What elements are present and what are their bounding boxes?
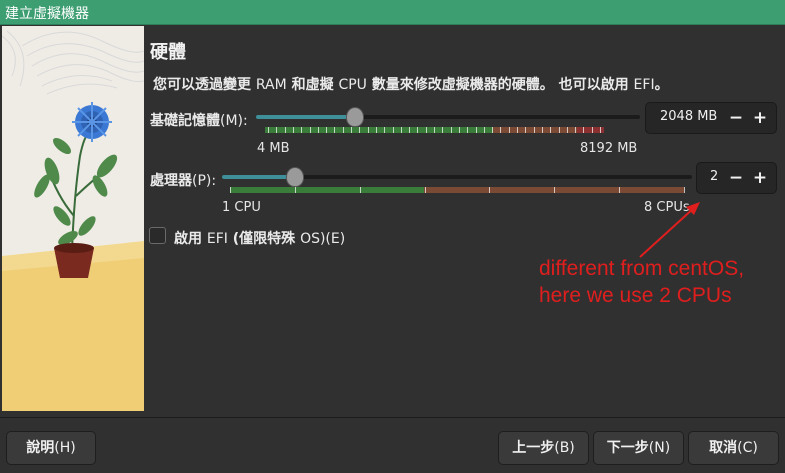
tick-mark (554, 187, 556, 193)
efi-checkbox[interactable] (149, 227, 166, 244)
processor-decrement-button[interactable]: − (725, 166, 747, 190)
next-button[interactable]: 下一步(N) (593, 431, 684, 465)
memory-label: 基礎記憶體(M): (150, 113, 248, 129)
tick-mark (500, 127, 502, 133)
page-title: 硬體 (150, 42, 186, 63)
tick-mark (483, 127, 485, 133)
processor-recommended-bar (230, 187, 424, 193)
tick-mark (475, 127, 477, 133)
tick-mark (541, 127, 543, 133)
processor-spinbox[interactable]: 2 − + (696, 162, 777, 194)
processor-slider-handle[interactable] (286, 167, 304, 187)
tick-mark (492, 127, 494, 133)
tick-mark (359, 127, 361, 133)
tick-mark (550, 127, 552, 133)
tick-mark (384, 127, 386, 133)
tick-mark (326, 127, 328, 133)
help-button[interactable]: 說明(H) (6, 431, 96, 465)
tick-mark (424, 187, 426, 193)
tick-mark (566, 127, 568, 133)
annotation-text: different from centOS, here we use 2 CPU… (539, 255, 744, 309)
plant-illustration-icon (2, 26, 144, 411)
tick-mark (489, 187, 491, 193)
back-button[interactable]: 上一步(B) (498, 431, 589, 465)
tick-mark (417, 127, 419, 133)
processor-label: 處理器(P): (150, 173, 217, 189)
tick-mark (619, 187, 621, 193)
tick-mark (392, 127, 394, 133)
memory-min-label: 4 MB (257, 141, 290, 156)
tick-mark (230, 187, 231, 193)
tick-mark (292, 127, 294, 133)
tick-mark (508, 127, 510, 133)
tick-mark (425, 127, 427, 133)
tick-mark (591, 127, 593, 133)
tick-mark (351, 127, 352, 133)
footer-divider (0, 417, 785, 418)
tick-mark (442, 127, 444, 133)
tick-mark (409, 127, 411, 133)
processor-increment-button[interactable]: + (749, 166, 771, 190)
tick-mark (342, 127, 344, 133)
tick-mark (359, 187, 361, 193)
tick-mark (317, 127, 319, 133)
memory-increment-button[interactable]: + (749, 106, 771, 130)
tick-mark (525, 127, 527, 133)
tick-mark (458, 127, 460, 133)
tick-mark (276, 127, 278, 133)
tick-mark (517, 127, 518, 133)
tick-mark (600, 127, 601, 133)
memory-value[interactable]: 2048 MB (660, 109, 717, 124)
tick-mark (301, 127, 303, 133)
tick-mark (294, 187, 296, 193)
tick-mark (309, 127, 311, 133)
memory-slider-fill (256, 115, 354, 119)
tick-mark (434, 127, 435, 133)
cancel-button[interactable]: 取消(C) (688, 431, 779, 465)
memory-slider-handle[interactable] (346, 107, 364, 127)
tick-mark (583, 127, 585, 133)
tick-mark (334, 127, 336, 133)
annotation-line-2: here we use 2 CPUs (539, 284, 732, 307)
tick-mark (367, 127, 369, 133)
tick-mark (375, 127, 377, 133)
memory-decrement-button[interactable]: − (725, 106, 747, 130)
tick-mark (467, 127, 469, 133)
window-title: 建立虛擬機器 (5, 6, 89, 22)
annotation-line-1: different from centOS, (539, 257, 745, 280)
page-description: 您可以透過變更 RAM 和虛擬 CPU 數量來修改虛擬機器的硬體。 也可以啟用 … (153, 77, 669, 93)
processor-slider-fill (222, 175, 294, 179)
efi-checkbox-label[interactable]: 啟用 EFI (僅限特殊 OS)(E) (174, 228, 345, 248)
processor-min-label: 1 CPU (222, 200, 261, 215)
tick-mark (533, 127, 535, 133)
window-titlebar[interactable]: 建立虛擬機器 (0, 0, 785, 25)
memory-max-label: 8192 MB (580, 141, 638, 156)
tick-mark (558, 127, 560, 133)
memory-spinbox[interactable]: 2048 MB − + (645, 102, 777, 134)
tick-mark (400, 127, 402, 133)
memory-warning-bar (493, 127, 577, 133)
tick-mark (450, 127, 452, 133)
tick-mark (575, 127, 577, 133)
tick-mark (268, 127, 269, 133)
tick-mark (284, 127, 286, 133)
wizard-illustration (2, 26, 144, 411)
tick-mark (684, 187, 685, 193)
processor-value[interactable]: 2 (710, 169, 718, 184)
